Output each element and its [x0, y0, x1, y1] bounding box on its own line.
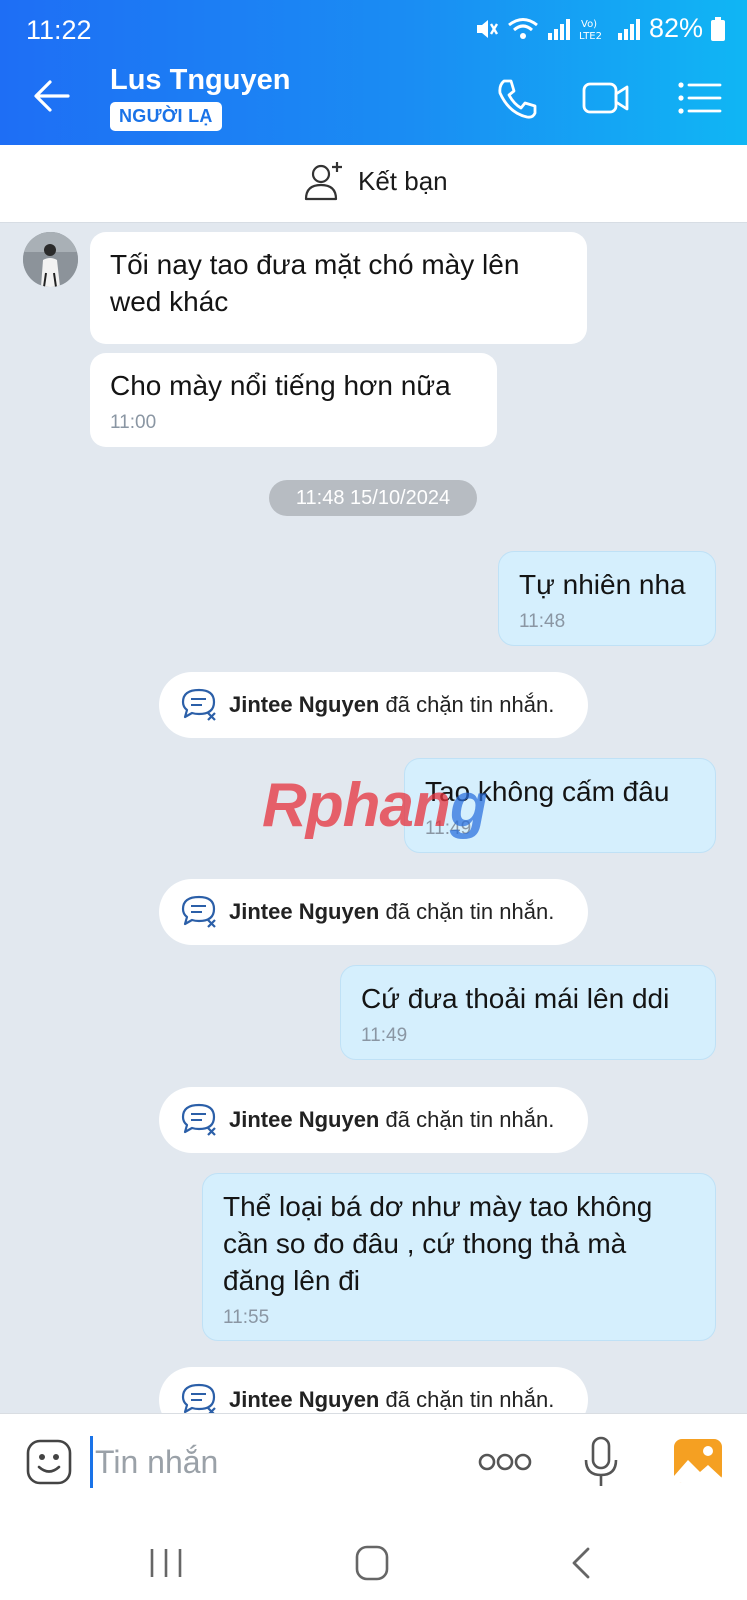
message-time: 11:48	[519, 611, 566, 632]
add-friend-button[interactable]: Kết bạn	[302, 159, 448, 203]
notice-message: đã chặn tin nhắn.	[385, 692, 555, 717]
message-text: Tối nay tao đưa mặt chó mày lên wed khác	[110, 249, 520, 317]
message-text: Cứ đưa thoải mái lên ddi	[361, 983, 670, 1014]
blocker-name: Jintee Nguyen	[229, 899, 380, 924]
system-nav-bar	[0, 1523, 747, 1600]
notice-message: đã chặn tin nhắn.	[385, 1107, 555, 1132]
notice-text: Jintee Nguyen đã chặn tin nhắn.	[229, 692, 554, 718]
svg-text:Vo): Vo)	[581, 19, 597, 30]
add-friend-bar: Kết bạn	[0, 145, 747, 223]
back-arrow-icon[interactable]	[30, 74, 74, 118]
outgoing-message[interactable]: Cứ đưa thoải mái lên ddi 11:49	[340, 965, 716, 1060]
blocked-chat-icon	[181, 1103, 216, 1136]
incoming-message[interactable]: Tối nay tao đưa mặt chó mày lên wed khác	[90, 232, 587, 344]
mute-icon	[476, 19, 498, 38]
message-text: Tao không cấm đâu	[425, 776, 670, 807]
blocker-name: Jintee Nguyen	[229, 1387, 380, 1412]
blocked-chat-icon	[181, 688, 216, 721]
stranger-badge: NGƯỜI LẠ	[110, 102, 222, 131]
svg-text:LTE2: LTE2	[579, 31, 602, 42]
incoming-message[interactable]: Cho mày nổi tiếng hơn nữa 11:00	[90, 353, 497, 447]
outgoing-message[interactable]: Thể loại bá dơ như mày tao không cần so …	[202, 1173, 716, 1341]
message-input[interactable]: Tin nhắn	[90, 1436, 450, 1488]
blocked-chat-icon	[181, 895, 216, 928]
blocker-name: Jintee Nguyen	[229, 692, 380, 717]
image-gallery-icon[interactable]	[673, 1438, 723, 1484]
message-time: 11:49	[361, 1025, 408, 1046]
blocker-name: Jintee Nguyen	[229, 1107, 380, 1132]
notice-message: đã chặn tin nhắn.	[385, 899, 555, 924]
message-time: 11:55	[223, 1307, 270, 1328]
notice-message: đã chặn tin nhắn.	[385, 1387, 555, 1412]
chat-header: Lus Tnguyen NGƯỜI LẠ	[0, 52, 747, 145]
recent-apps-icon[interactable]	[146, 1545, 186, 1581]
add-friend-icon	[304, 162, 342, 201]
blocked-notice: Jintee Nguyen đã chặn tin nhắn.	[159, 1087, 588, 1153]
avatar-photo-icon	[23, 232, 78, 287]
video-call-icon[interactable]	[582, 76, 630, 120]
volte-icon: Vo) LTE2	[579, 19, 602, 42]
message-input-bar: Tin nhắn	[0, 1413, 747, 1523]
message-text: Cho mày nổi tiếng hơn nữa	[110, 370, 451, 401]
phone-call-icon[interactable]	[492, 76, 540, 120]
emoji-sticker-icon[interactable]	[25, 1438, 73, 1486]
add-friend-label: Kết bạn	[358, 165, 448, 196]
notice-text: Jintee Nguyen đã chặn tin nhắn.	[229, 1387, 554, 1413]
message-time: 11:49	[425, 818, 472, 839]
status-icons: Vo) LTE2 82%	[473, 13, 725, 44]
battery-percent: 82%	[648, 13, 703, 43]
menu-list-icon[interactable]	[676, 76, 724, 120]
back-nav-icon[interactable]	[562, 1545, 602, 1581]
status-bar: 11:22 Vo) LTE2 82%	[0, 0, 747, 52]
blocked-notice: Jintee Nguyen đã chặn tin nhắn.	[159, 672, 588, 738]
contact-avatar[interactable]	[23, 232, 78, 287]
notice-text: Jintee Nguyen đã chặn tin nhắn.	[229, 1107, 554, 1133]
status-time: 11:22	[26, 15, 92, 45]
message-time: 11:00	[110, 412, 157, 433]
notice-text: Jintee Nguyen đã chặn tin nhắn.	[229, 899, 554, 925]
blocked-notice: Jintee Nguyen đã chặn tin nhắn.	[159, 879, 588, 945]
signal-icon-1	[547, 18, 570, 40]
contact-name[interactable]: Lus Tnguyen	[110, 64, 290, 97]
outgoing-message[interactable]: Tao không cấm đâu 11:49	[404, 758, 716, 853]
signal-icon-2	[617, 18, 640, 40]
battery-icon	[711, 16, 725, 41]
date-divider: 11:48 15/10/2024	[269, 480, 477, 516]
wifi-icon	[508, 17, 538, 39]
home-icon[interactable]	[352, 1545, 392, 1581]
message-text: Tự nhiên nha	[519, 569, 686, 600]
microphone-icon[interactable]	[583, 1436, 619, 1488]
message-text: Thể loại bá dơ như mày tao không cần so …	[223, 1191, 653, 1296]
outgoing-message[interactable]: Tự nhiên nha 11:48	[498, 551, 716, 646]
more-options-icon[interactable]	[478, 1450, 532, 1474]
